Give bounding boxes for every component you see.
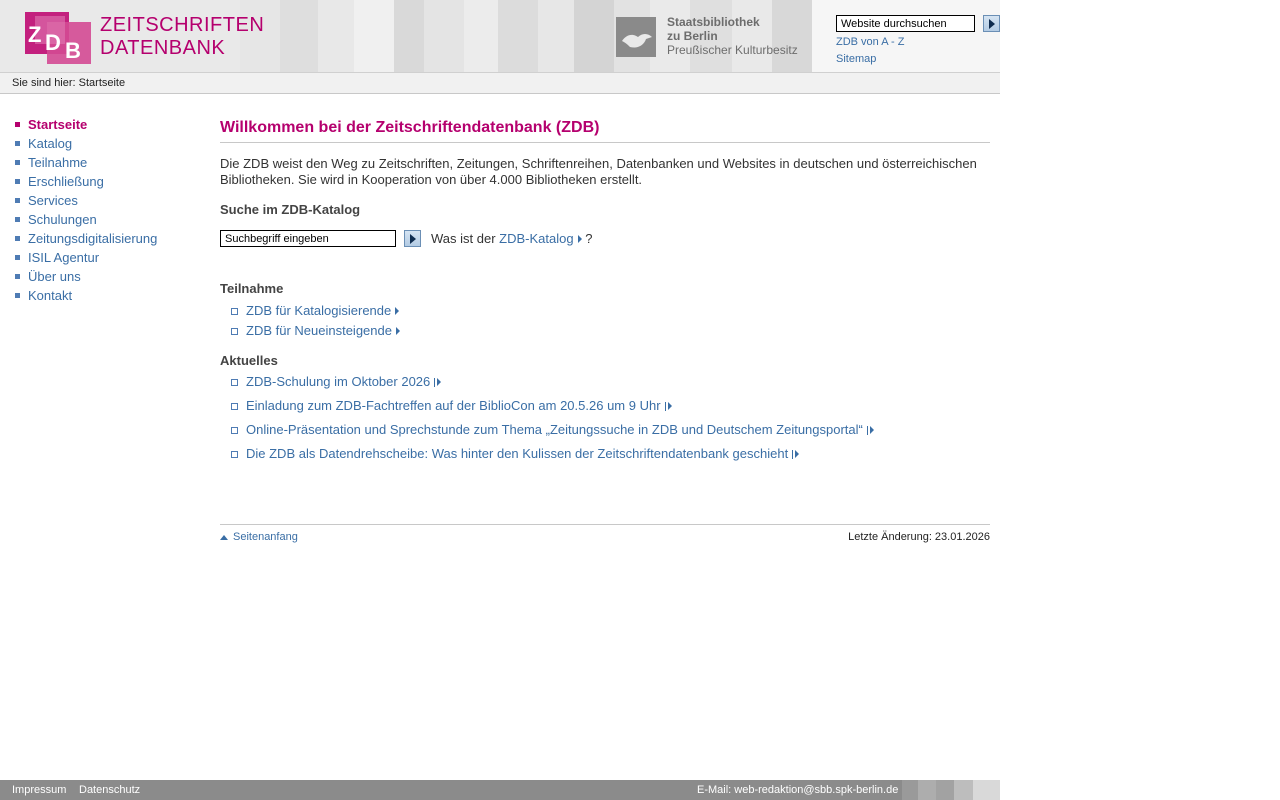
page-title: Willkommen bei der Zeitschriftendatenban… — [220, 118, 990, 143]
back-to-top-label: Seitenanfang — [233, 531, 298, 543]
nav-item-startseite[interactable]: Startseite — [15, 115, 157, 134]
catalog-search-go-button[interactable] — [404, 230, 421, 247]
news-link[interactable]: Einladung zum ZDB-Fachtreffen auf der Bi… — [246, 398, 661, 414]
aktuelles-heading: Aktuelles — [220, 353, 278, 368]
svg-text:Z: Z — [28, 22, 41, 47]
nav-link-label[interactable]: Kontakt — [28, 288, 72, 303]
nav-item-teilnahme[interactable]: Teilnahme — [15, 153, 157, 172]
news-link[interactable]: ZDB-Schulung im Oktober 2026 — [246, 374, 430, 390]
nav-item-erschliessung[interactable]: Erschließung — [15, 172, 157, 191]
nav-bullet-icon — [15, 160, 20, 165]
site-search-go-button[interactable] — [983, 15, 1000, 32]
footer-impressum-link[interactable]: Impressum — [12, 784, 66, 796]
back-to-top-link[interactable]: Seitenanfang — [220, 531, 298, 543]
nav-item-services[interactable]: Services — [15, 191, 157, 210]
content-footer: Seitenanfang Letzte Änderung: 23.01.2026 — [220, 524, 990, 547]
logo-line-2: DATENBANK — [100, 37, 226, 59]
svg-text:D: D — [45, 30, 61, 55]
sbb-line-3: Preußischer Kulturbesitz — [667, 43, 798, 57]
nav-item-zeitungsdigitalisierung[interactable]: Zeitungsdigitalisierung — [15, 229, 157, 248]
list-item: Einladung zum ZDB-Fachtreffen auf der Bi… — [220, 398, 990, 414]
last-changed-date: Letzte Änderung: 23.01.2026 — [848, 531, 990, 543]
footer-bar: Impressum Datenschutz E-Mail: web-redakt… — [0, 780, 1000, 800]
list-item: ZDB für Neueinsteigende — [220, 323, 990, 339]
nav-link-label[interactable]: Teilnahme — [28, 155, 87, 170]
catalog-help-link[interactable]: ZDB-Katalog — [499, 231, 573, 246]
footer-datenschutz-link[interactable]: Datenschutz — [79, 784, 140, 796]
nav-bullet-icon — [15, 293, 20, 298]
nav-item-ueber-uns[interactable]: Über uns — [15, 267, 157, 286]
nav-link-label[interactable]: Services — [28, 193, 78, 208]
news-link-list: ZDB-Schulung im Oktober 2026 Einladung z… — [220, 374, 990, 462]
site-search-input[interactable] — [836, 15, 975, 32]
zdb-logo-wordmark: ZEITSCHRIFTEN DATENBANK — [100, 14, 264, 60]
intro-text: Die ZDB weist den Weg zu Zeitschriften, … — [220, 156, 977, 187]
link-zdb-katalogisierende[interactable]: ZDB für Katalogisierende — [246, 303, 391, 319]
nav-link-label[interactable]: Startseite — [28, 117, 87, 132]
nav-link-label[interactable]: Katalog — [28, 136, 72, 151]
square-bullet-icon — [231, 402, 238, 410]
nav-bullet-icon — [15, 274, 20, 279]
news-link[interactable]: Online-Präsentation und Sprechstunde zum… — [246, 422, 863, 438]
catalog-search-heading: Suche im ZDB-Katalog — [220, 202, 361, 217]
arrow-right-icon — [395, 307, 400, 315]
sbb-line-1: Staatsbibliothek — [667, 15, 760, 29]
nav-bullet-icon — [15, 255, 20, 260]
external-link-icon — [866, 425, 875, 435]
list-item: ZDB für Katalogisierende — [220, 303, 990, 319]
nav-bullet-icon — [15, 179, 20, 184]
logo-line-1: ZEITSCHRIFTEN — [100, 14, 265, 36]
square-bullet-icon — [231, 378, 238, 386]
nav-bullet-icon — [15, 198, 20, 203]
nav-link-label[interactable]: Schulungen — [28, 212, 97, 227]
page-header: Z D B ZEITSCHRIFTEN DATENBANK Staatsbibl… — [0, 0, 1000, 72]
nav-link-label[interactable]: ISIL Agentur — [28, 250, 99, 265]
sbb-eagle-icon[interactable] — [616, 17, 656, 57]
footer-email-text: E-Mail: web-redaktion@sbb.spk-berlin.de — [697, 784, 899, 796]
nav-link-label[interactable]: Zeitungsdigitalisierung — [28, 231, 157, 246]
square-bullet-icon — [231, 327, 238, 335]
sitemap-link[interactable]: Sitemap — [836, 53, 876, 65]
catalog-help-text: Was ist der ZDB-Katalog ? — [431, 230, 592, 247]
square-bullet-icon — [231, 307, 238, 315]
main-navigation: Startseite Katalog Teilnahme Erschließun… — [15, 115, 157, 305]
square-bullet-icon — [231, 426, 238, 434]
list-item: Die ZDB als Datendrehscheibe: Was hinter… — [220, 446, 990, 462]
sbb-wordmark: Staatsbibliothek zu Berlin Preußischer K… — [667, 15, 798, 57]
nav-bullet-icon — [15, 141, 20, 146]
nav-bullet-icon — [15, 236, 20, 241]
nav-bullet-icon — [15, 122, 20, 127]
zdb-a-z-link[interactable]: ZDB von A - Z — [836, 36, 904, 48]
arrow-up-icon — [220, 534, 228, 540]
catalog-search-row: Was ist der ZDB-Katalog ? — [220, 230, 990, 248]
nav-item-katalog[interactable]: Katalog — [15, 134, 157, 153]
zdb-logo-icon[interactable]: Z D B — [25, 12, 93, 64]
nav-item-schulungen[interactable]: Schulungen — [15, 210, 157, 229]
external-link-icon — [664, 401, 673, 411]
teilnahme-heading: Teilnahme — [220, 281, 284, 296]
nav-item-isil-agentur[interactable]: ISIL Agentur — [15, 248, 157, 267]
nav-link-label[interactable]: Erschließung — [28, 174, 104, 189]
nav-item-kontakt[interactable]: Kontakt — [15, 286, 157, 305]
breadcrumb: Sie sind hier: Startseite — [0, 72, 1000, 94]
teilnahme-link-list: ZDB für Katalogisierende ZDB für Neueins… — [220, 303, 990, 339]
external-link-icon — [434, 377, 442, 387]
list-item: ZDB-Schulung im Oktober 2026 — [220, 374, 990, 390]
external-link-icon — [792, 449, 800, 459]
square-bullet-icon — [231, 450, 238, 458]
svg-text:B: B — [65, 38, 81, 63]
catalog-help-prefix: Was ist der — [431, 231, 500, 246]
sbb-line-2: zu Berlin — [667, 29, 718, 43]
list-item: Online-Präsentation und Sprechstunde zum… — [220, 422, 990, 438]
main-content: Willkommen bei der Zeitschriftendatenban… — [220, 118, 990, 470]
nav-bullet-icon — [15, 217, 20, 222]
arrow-right-icon — [395, 327, 400, 335]
link-zdb-neueinsteigende[interactable]: ZDB für Neueinsteigende — [246, 323, 392, 339]
catalog-help-suffix: ? — [581, 231, 593, 246]
nav-link-label[interactable]: Über uns — [28, 269, 81, 284]
news-link[interactable]: Die ZDB als Datendrehscheibe: Was hinter… — [246, 446, 788, 462]
catalog-search-input[interactable] — [220, 230, 396, 247]
